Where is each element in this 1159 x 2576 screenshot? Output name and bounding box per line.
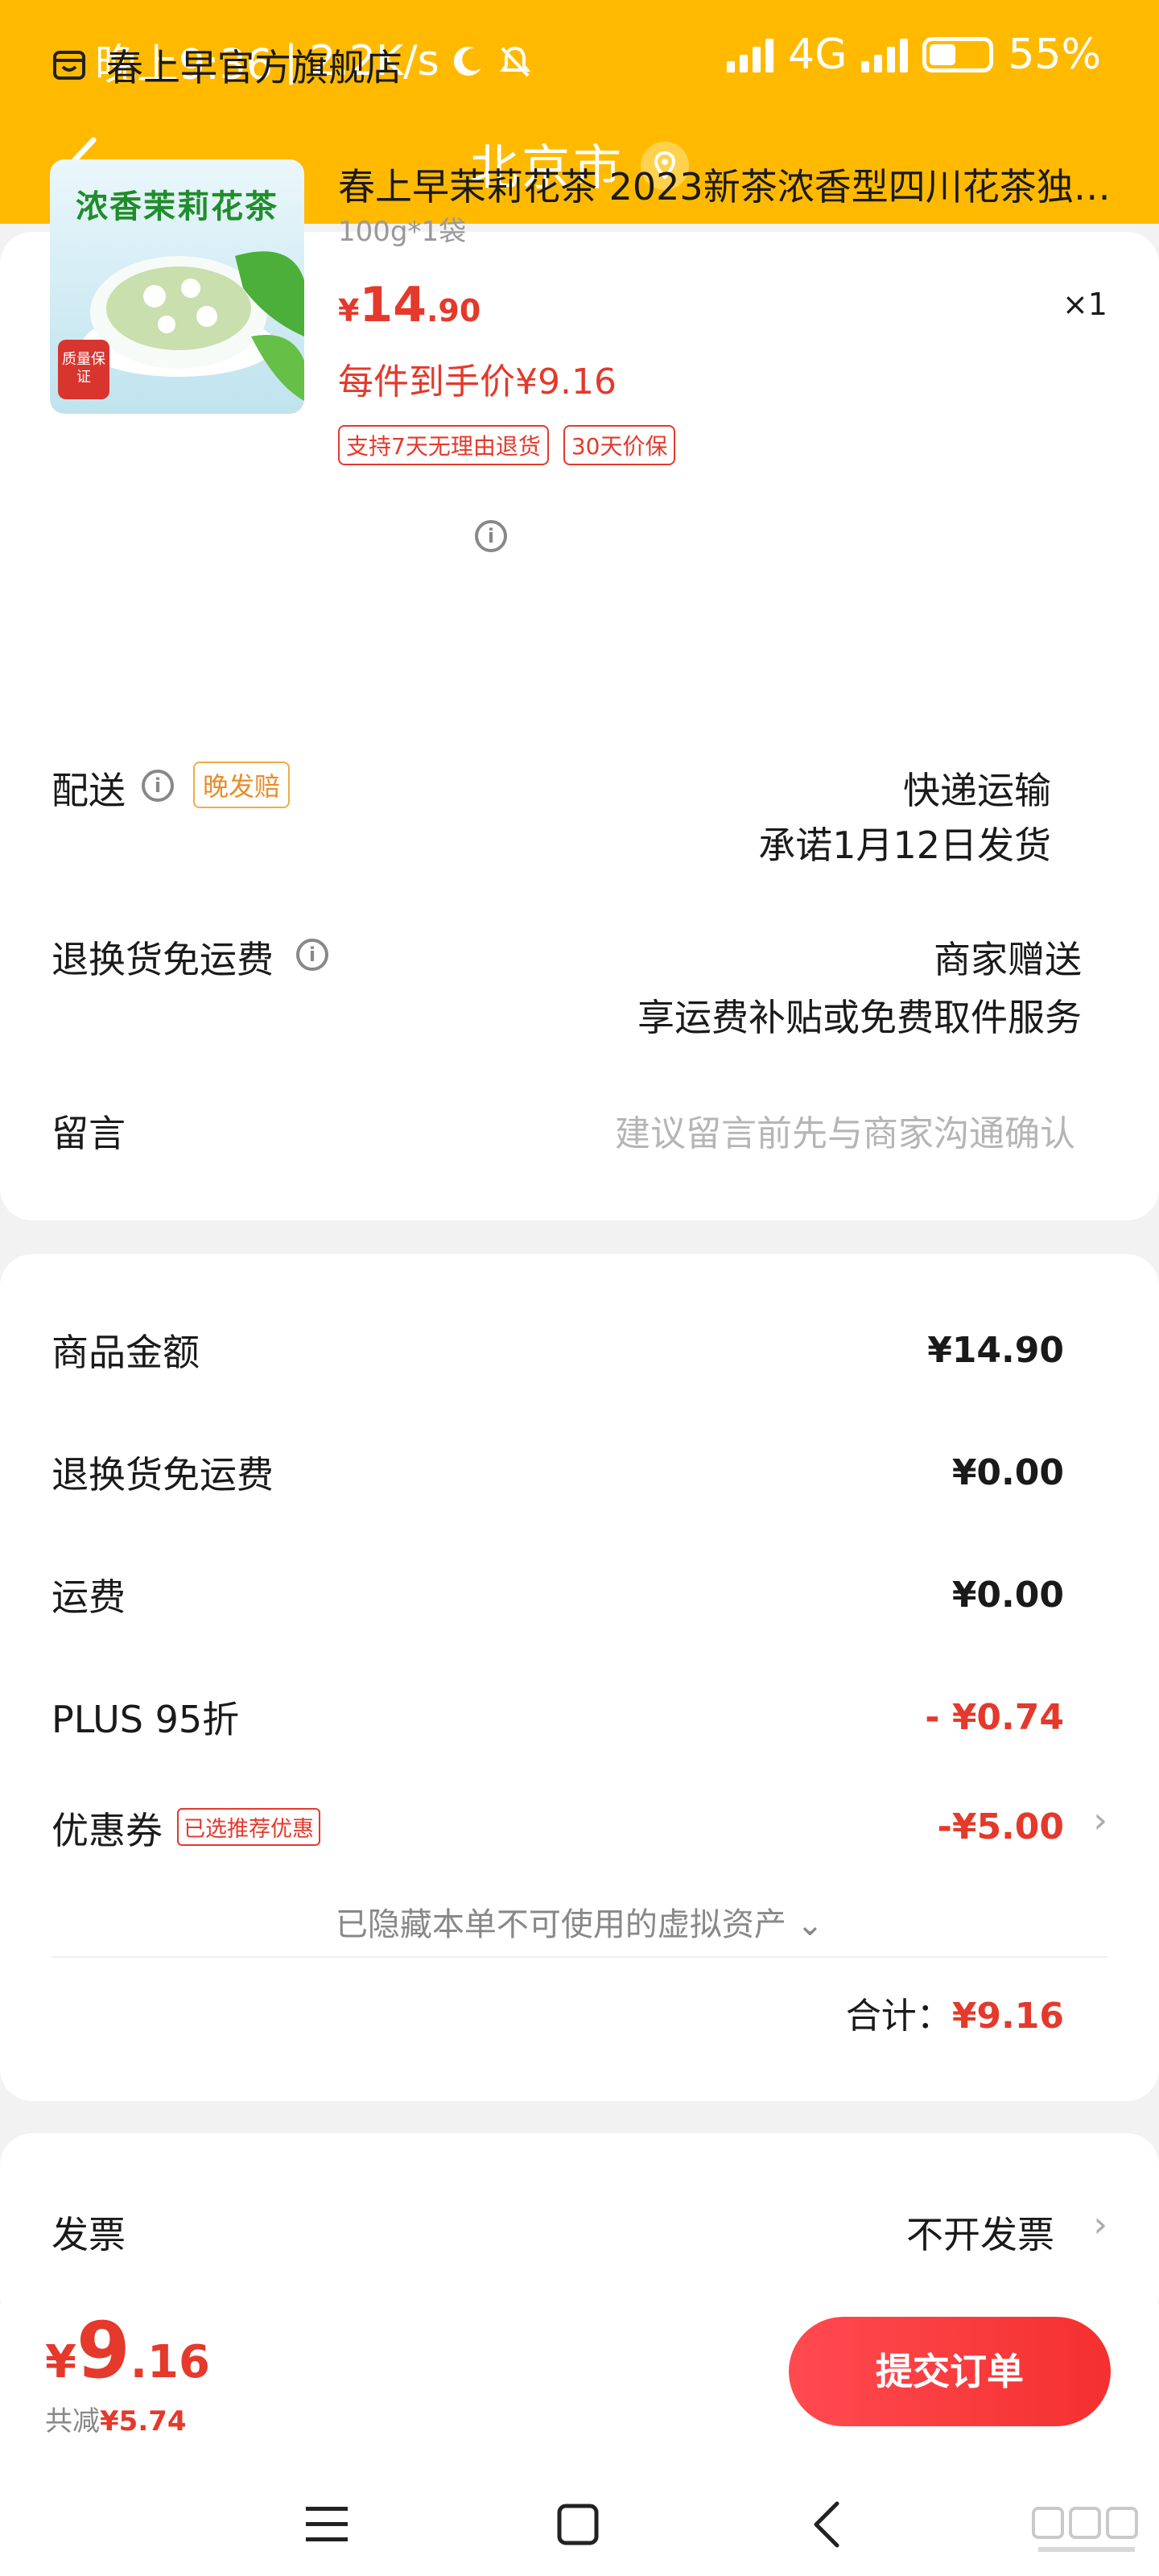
total-value: ¥9.16 [951, 1996, 1064, 2037]
store-icon [53, 51, 85, 80]
return-free-label: 退换货免运费 [52, 1453, 274, 1496]
product-image-text: 浓香茉莉花茶 [76, 188, 278, 225]
quality-badge: 质量保证 [58, 340, 109, 399]
return-shipping-value: 商家赠送 [934, 938, 1082, 981]
menu-icon[interactable] [303, 2502, 351, 2547]
price-protect-tag: 30天价保 [563, 425, 676, 465]
saved-amount: 共减¥5.74 [45, 2405, 187, 2438]
submit-order-button[interactable]: 提交订单 [789, 2317, 1111, 2426]
coupon-tag: 已选推荐优惠 [177, 1808, 320, 1846]
shipping-label: 运费 [52, 1575, 126, 1619]
plus-discount-value: - ¥0.74 [925, 1697, 1064, 1738]
product-spec: 100g*1袋 [338, 216, 467, 248]
delivery-promise: 承诺1月12日发货 [758, 824, 1051, 867]
home-icon[interactable] [555, 2502, 600, 2547]
service-tags: 支持7天无理由退货 30天价保 [338, 425, 676, 465]
summary-card [0, 1254, 1159, 2101]
per-unit-price: 每件到手价¥9.16 [338, 361, 617, 402]
price-info-icon[interactable]: i [475, 520, 507, 552]
message-input[interactable]: 建议留言前先与商家沟通确认 [615, 1104, 1075, 1156]
invoice-chevron-icon[interactable]: › [1093, 2204, 1107, 2245]
store-name: 春上早官方旗舰店 [106, 46, 402, 89]
battery-icon [922, 37, 994, 72]
message-label: 留言 [52, 1112, 126, 1155]
return-tag: 支持7天无理由退货 [338, 425, 549, 465]
invoice-label: 发票 [52, 2213, 126, 2256]
invoice-value[interactable]: 不开发票 [906, 2206, 1054, 2259]
coupon-chevron-icon[interactable]: › [1093, 1800, 1107, 1841]
coupon-label: 优惠券 [52, 1809, 163, 1852]
battery-level: 55% [1008, 31, 1101, 79]
return-shipping-label: 退换货免运费 [52, 938, 274, 981]
mute-bell-icon [499, 46, 530, 76]
late-compensation-tag: 晚发赔 [193, 762, 291, 808]
delivery-info-icon[interactable]: i [142, 770, 174, 802]
signal-icon-2 [861, 37, 909, 72]
delivery-method[interactable]: 快递运输 [903, 762, 1051, 815]
product-quantity: ×1 [1062, 287, 1107, 322]
system-back-icon[interactable] [808, 2499, 847, 2550]
divider [52, 1956, 1107, 1958]
return-free-value: ¥0.00 [951, 1452, 1064, 1493]
return-shipping-desc: 享运费补贴或免费取件服务 [637, 996, 1082, 1039]
hidden-assets-toggle[interactable]: 已隐藏本单不可使用的虚拟资产 ⌄ [0, 1898, 1159, 1945]
goods-amount-label: 商品金额 [52, 1331, 200, 1374]
plus-discount-label: PLUS 95折 [52, 1698, 240, 1741]
network-type: 4G [788, 31, 848, 79]
order-total: 合计：¥9.16 [845, 1996, 1064, 2037]
shipping-value: ¥0.00 [951, 1575, 1064, 1616]
delivery-label: 配送 [52, 769, 126, 812]
signal-icon [727, 37, 774, 72]
coupon-value[interactable]: -¥5.00 [938, 1806, 1064, 1847]
product-title[interactable]: 春上早茉莉花茶 2023新茶浓香型四川花茶独… [338, 158, 1111, 211]
moon-icon [453, 46, 481, 76]
product-price: ¥14.90 [338, 277, 481, 333]
store-header[interactable]: 春上早官方旗舰店 [52, 39, 402, 92]
checkout-price: ¥9.16 [45, 2306, 210, 2396]
watermark-logo [1032, 2507, 1138, 2552]
goods-amount-value: ¥14.90 [927, 1330, 1064, 1371]
product-image[interactable]: 浓香茉莉花茶 质量保证 [50, 159, 304, 414]
system-nav-bar [0, 2471, 1159, 2576]
return-info-icon[interactable]: i [296, 939, 328, 971]
